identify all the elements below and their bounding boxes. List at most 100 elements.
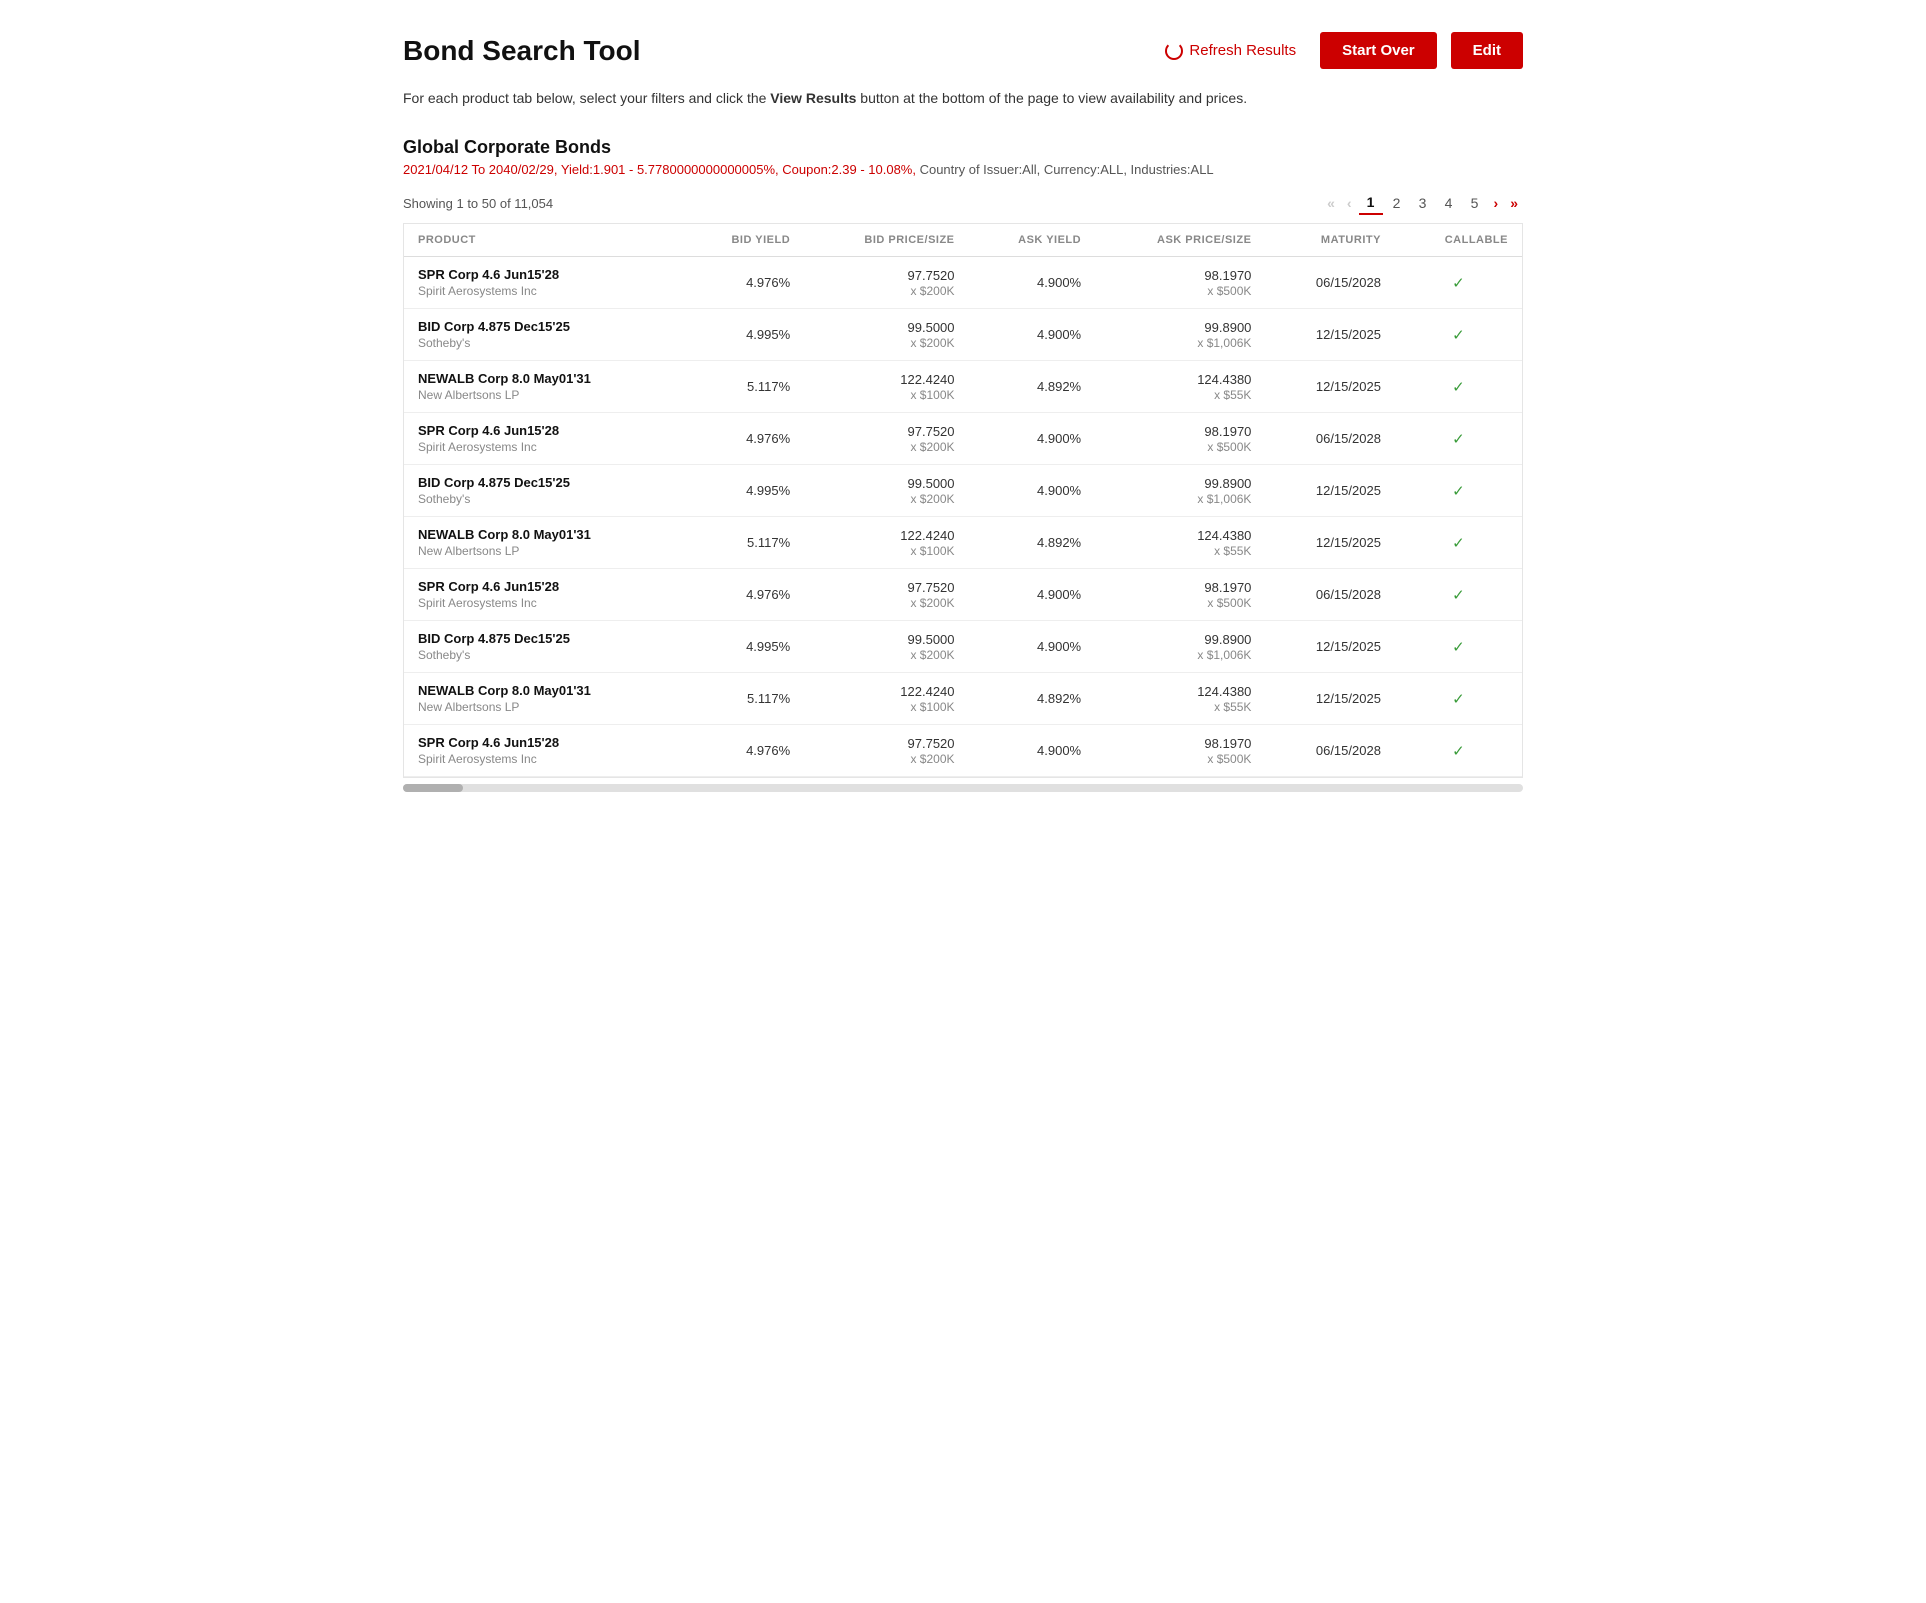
ask-price-size-cell: 124.4380 x $55K	[1095, 517, 1265, 569]
callable-check-icon: ✓	[1452, 691, 1465, 708]
bid-price-size-cell: 99.5000 x $200K	[804, 621, 968, 673]
table-row[interactable]: SPR Corp 4.6 Jun15'28 Spirit Aerosystems…	[404, 725, 1522, 777]
ask-price: 98.1970	[1109, 424, 1251, 439]
ask-yield-cell: 4.900%	[969, 413, 1096, 465]
bid-size: x $100K	[818, 388, 954, 402]
ask-size: x $55K	[1109, 388, 1251, 402]
ask-yield-value: 4.892%	[983, 691, 1082, 706]
issuer-name: Sotheby's	[418, 648, 670, 662]
product-cell: NEWALB Corp 8.0 May01'31 New Albertsons …	[404, 361, 684, 413]
bid-yield-value: 4.976%	[698, 587, 791, 602]
callable-check-icon: ✓	[1452, 483, 1465, 500]
callable-cell: ✓	[1395, 413, 1522, 465]
pagination-first[interactable]: «	[1322, 192, 1340, 214]
filter-summary-text2: Country of Issuer:All, Currency:ALL, Ind…	[916, 162, 1214, 177]
bid-price: 122.4240	[818, 528, 954, 543]
edit-button[interactable]: Edit	[1451, 32, 1523, 69]
ask-yield-value: 4.892%	[983, 535, 1082, 550]
filter-summary: 2021/04/12 To 2040/02/29, Yield:1.901 - …	[403, 162, 1523, 177]
start-over-button[interactable]: Start Over	[1320, 32, 1437, 69]
bid-yield-cell: 4.995%	[684, 309, 805, 361]
ask-size: x $55K	[1109, 544, 1251, 558]
pagination-next[interactable]: ›	[1489, 192, 1504, 214]
bond-name: BID Corp 4.875 Dec15'25	[418, 475, 670, 490]
ask-price: 98.1970	[1109, 268, 1251, 283]
table-row[interactable]: SPR Corp 4.6 Jun15'28 Spirit Aerosystems…	[404, 569, 1522, 621]
ask-yield-value: 4.900%	[983, 743, 1082, 758]
bid-yield-cell: 5.117%	[684, 517, 805, 569]
bid-price-size-cell: 122.4240 x $100K	[804, 517, 968, 569]
bid-size: x $200K	[818, 752, 954, 766]
issuer-name: Spirit Aerosystems Inc	[418, 284, 670, 298]
scrollbar-thumb[interactable]	[403, 784, 463, 792]
bid-price-size-cell: 99.5000 x $200K	[804, 465, 968, 517]
ask-yield-value: 4.900%	[983, 327, 1082, 342]
bond-name: BID Corp 4.875 Dec15'25	[418, 631, 670, 646]
bid-price: 99.5000	[818, 320, 954, 335]
callable-cell: ✓	[1395, 361, 1522, 413]
ask-price: 124.4380	[1109, 684, 1251, 699]
ask-price-size-cell: 98.1970 x $500K	[1095, 413, 1265, 465]
maturity-value: 12/15/2025	[1279, 327, 1381, 342]
ask-yield-value: 4.900%	[983, 275, 1082, 290]
bid-size: x $200K	[818, 596, 954, 610]
ask-size: x $55K	[1109, 700, 1251, 714]
refresh-button[interactable]: Refresh Results	[1155, 34, 1306, 68]
ask-size: x $1,006K	[1109, 648, 1251, 662]
table-row[interactable]: SPR Corp 4.6 Jun15'28 Spirit Aerosystems…	[404, 257, 1522, 309]
table-row[interactable]: BID Corp 4.875 Dec15'25 Sotheby's 4.995%…	[404, 309, 1522, 361]
bid-price-size-cell: 122.4240 x $100K	[804, 361, 968, 413]
issuer-name: Spirit Aerosystems Inc	[418, 440, 670, 454]
ask-price: 99.8900	[1109, 476, 1251, 491]
bid-price: 99.5000	[818, 632, 954, 647]
ask-size: x $500K	[1109, 752, 1251, 766]
page-3[interactable]: 3	[1411, 192, 1435, 214]
table-row[interactable]: SPR Corp 4.6 Jun15'28 Spirit Aerosystems…	[404, 413, 1522, 465]
page-1[interactable]: 1	[1359, 191, 1383, 215]
maturity-value: 12/15/2025	[1279, 691, 1381, 706]
bid-size: x $200K	[818, 492, 954, 506]
ask-size: x $500K	[1109, 440, 1251, 454]
callable-check-icon: ✓	[1452, 379, 1465, 396]
ask-yield-cell: 4.900%	[969, 569, 1096, 621]
callable-cell: ✓	[1395, 725, 1522, 777]
ask-yield-cell: 4.900%	[969, 725, 1096, 777]
ask-yield-value: 4.892%	[983, 379, 1082, 394]
issuer-name: Spirit Aerosystems Inc	[418, 752, 670, 766]
table-row[interactable]: NEWALB Corp 8.0 May01'31 New Albertsons …	[404, 673, 1522, 725]
issuer-name: Sotheby's	[418, 492, 670, 506]
ask-price-size-cell: 98.1970 x $500K	[1095, 725, 1265, 777]
ask-price-size-cell: 124.4380 x $55K	[1095, 361, 1265, 413]
header-actions: Refresh Results Start Over Edit	[1155, 32, 1523, 69]
bond-name: NEWALB Corp 8.0 May01'31	[418, 371, 670, 386]
table-header-row: PRODUCT BID YIELD BID PRICE/SIZE ASK YIE…	[404, 224, 1522, 257]
maturity-value: 06/15/2028	[1279, 587, 1381, 602]
bid-yield-cell: 5.117%	[684, 361, 805, 413]
table-row[interactable]: BID Corp 4.875 Dec15'25 Sotheby's 4.995%…	[404, 465, 1522, 517]
table-row[interactable]: BID Corp 4.875 Dec15'25 Sotheby's 4.995%…	[404, 621, 1522, 673]
bid-yield-cell: 5.117%	[684, 673, 805, 725]
horizontal-scrollbar[interactable]	[403, 784, 1523, 792]
pagination-prev[interactable]: ‹	[1342, 192, 1357, 214]
results-table-wrapper: PRODUCT BID YIELD BID PRICE/SIZE ASK YIE…	[403, 223, 1523, 778]
callable-check-icon: ✓	[1452, 743, 1465, 760]
page-4[interactable]: 4	[1437, 192, 1461, 214]
table-row[interactable]: NEWALB Corp 8.0 May01'31 New Albertsons …	[404, 517, 1522, 569]
callable-cell: ✓	[1395, 621, 1522, 673]
maturity-value: 06/15/2028	[1279, 431, 1381, 446]
bid-yield-value: 4.995%	[698, 639, 791, 654]
callable-check-icon: ✓	[1452, 431, 1465, 448]
callable-cell: ✓	[1395, 569, 1522, 621]
subtitle-bold: View Results	[770, 90, 856, 106]
bid-yield-cell: 4.995%	[684, 465, 805, 517]
product-cell: SPR Corp 4.6 Jun15'28 Spirit Aerosystems…	[404, 413, 684, 465]
bond-name: SPR Corp 4.6 Jun15'28	[418, 423, 670, 438]
page-5[interactable]: 5	[1463, 192, 1487, 214]
bid-yield-cell: 4.976%	[684, 569, 805, 621]
ask-price-size-cell: 98.1970 x $500K	[1095, 569, 1265, 621]
bid-size: x $100K	[818, 700, 954, 714]
table-row[interactable]: NEWALB Corp 8.0 May01'31 New Albertsons …	[404, 361, 1522, 413]
page-2[interactable]: 2	[1385, 192, 1409, 214]
bid-price: 97.7520	[818, 424, 954, 439]
pagination-last[interactable]: »	[1505, 192, 1523, 214]
